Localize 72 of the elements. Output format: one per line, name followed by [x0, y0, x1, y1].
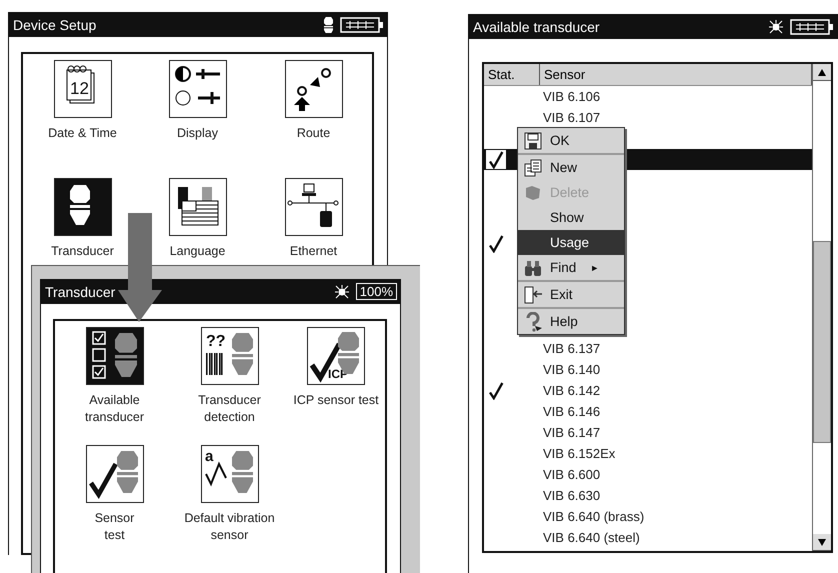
tile-label: ICP sensor test [293, 392, 379, 409]
display-icon[interactable] [168, 60, 226, 118]
table-row[interactable]: VIB 6.640 (brass) [484, 506, 812, 527]
calendar-icon[interactable]: 12 [54, 60, 112, 118]
scroll-up-button[interactable] [813, 64, 831, 81]
window-title: Available transducer [473, 18, 600, 34]
menu-item[interactable]: Usage [518, 230, 624, 255]
menu-item[interactable]: Exit [518, 282, 624, 309]
route-icon[interactable] [284, 60, 342, 118]
table-row[interactable]: VIB 6.140 [484, 359, 812, 380]
sensor-name[interactable]: VIB 6.106 [542, 89, 600, 104]
table-row[interactable]: VIB 6.630 [484, 485, 812, 506]
window-title: Device Setup [13, 16, 96, 32]
icon-text: a [204, 448, 213, 465]
transducer-icon[interactable] [54, 178, 112, 236]
table-row[interactable]: VIB 6.152Ex [484, 443, 812, 464]
binoculars-icon [523, 258, 543, 276]
sensor-name[interactable]: VIB 6.107 [542, 110, 600, 125]
door-exit-icon [523, 286, 543, 304]
tile-label: Transducer [51, 243, 114, 260]
tile-label: Sensor test [94, 510, 134, 544]
tile-label: Transducer detection [198, 392, 261, 426]
table-row[interactable]: VIB 6.106 [484, 86, 812, 107]
sensor-name[interactable]: VIB 6.146 [542, 404, 600, 419]
available-icon[interactable] [86, 327, 144, 385]
scroll-thumb[interactable] [813, 241, 831, 443]
tile-label: Route [296, 125, 330, 142]
battery-indicator: 100% [356, 283, 397, 300]
documents-icon [524, 158, 542, 176]
tile-label: Default vibration sensor [184, 510, 275, 544]
scroll-down-button[interactable] [813, 534, 831, 551]
tile-label: Ethernet [290, 243, 338, 260]
sensor-name[interactable]: VIB 6.152Ex [542, 446, 616, 461]
sensor-name[interactable]: VIB 6.640 (steel) [542, 530, 640, 545]
tile-label: Display [177, 125, 218, 142]
sensor-name[interactable]: VIB 6.630 [542, 488, 600, 503]
table-row[interactable]: VIB 6.147 [484, 422, 812, 443]
window-title: Transducer [45, 284, 116, 300]
caret-down-icon [818, 538, 826, 546]
table-row[interactable]: VIB 6.146 [484, 401, 812, 422]
tile-label: Date & Time [48, 125, 117, 142]
icon-text: 12 [70, 79, 88, 98]
icon-text: ?? [206, 333, 226, 350]
table-row[interactable]: VIB 6.600 [484, 464, 812, 485]
sensor-name[interactable]: VIB 6.137 [542, 341, 600, 356]
detection-icon[interactable]: ?? [200, 327, 258, 385]
sensor-name[interactable]: VIB 6.140 [542, 362, 600, 377]
menu-item[interactable]: Help [518, 309, 624, 334]
menu-item[interactable]: Find ► [518, 255, 624, 282]
table-row[interactable]: VIB 6.142 [484, 380, 812, 401]
tile-label: Available transducer [84, 392, 144, 426]
table-row[interactable]: VIB 6.137 [484, 338, 812, 359]
delete-icon [524, 184, 542, 202]
menu-item[interactable]: New [518, 155, 624, 180]
sensor-name[interactable]: VIB 6.600 [542, 467, 600, 482]
table-row[interactable]: VIB 6.640 (steel) [484, 527, 812, 548]
table-row[interactable]: VIB 6.107 [484, 107, 812, 128]
battery-icon [790, 18, 834, 34]
sensor-test-icon[interactable] [86, 445, 144, 503]
column-header[interactable]: Stat. [484, 64, 540, 85]
menu-item[interactable]: Show [518, 205, 624, 230]
tile-label: Language [170, 243, 226, 260]
transducer-status-icon [324, 16, 334, 32]
battery-icon [340, 16, 384, 32]
default-sensor-icon[interactable]: a [200, 445, 258, 503]
sensor-name[interactable]: VIB 6.147 [542, 425, 600, 440]
ethernet-icon[interactable] [284, 178, 342, 236]
caret-up-icon [818, 68, 826, 76]
sensor-name[interactable]: VIB 6.640 (brass) [542, 509, 644, 524]
language-icon[interactable] [168, 178, 226, 236]
sensor-name[interactable]: VIB 6.142 [542, 383, 600, 398]
menu-item[interactable]: OK [518, 128, 624, 155]
